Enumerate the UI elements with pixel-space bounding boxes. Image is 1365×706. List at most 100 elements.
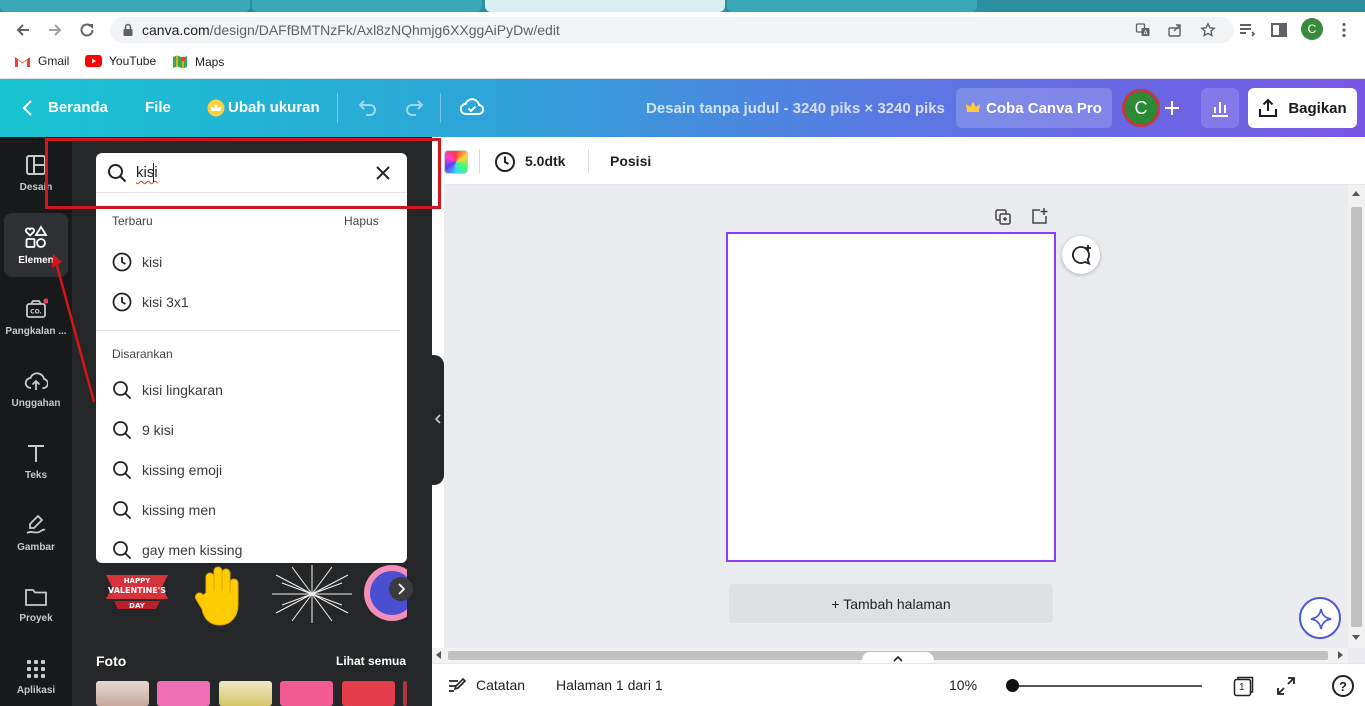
browser-tab[interactable] — [252, 0, 482, 12]
forward-arrow-icon[interactable] — [46, 21, 64, 39]
see-all-link[interactable]: Lihat semua — [336, 654, 406, 668]
divider — [337, 93, 338, 123]
omnibox[interactable]: canva.com/design/DAFfBMTNzFk/Axl8zNQhmjg… — [110, 17, 1234, 43]
photo-thumbnail[interactable] — [219, 681, 272, 706]
help-button[interactable]: ? — [1332, 675, 1354, 697]
page-count-number: 1 — [1239, 682, 1245, 693]
reload-icon[interactable] — [78, 21, 96, 39]
suggestion-item[interactable]: 9 kisi — [112, 420, 174, 440]
suggestion-item[interactable]: kissing men — [112, 500, 216, 520]
fullscreen-icon[interactable] — [1276, 676, 1296, 696]
magic-assistant-button[interactable] — [1299, 597, 1341, 639]
url-text[interactable]: canva.com/design/DAFfBMTNzFk/Axl8zNQhmjg… — [142, 22, 560, 38]
recent-item[interactable]: kisi — [112, 252, 162, 272]
vertical-scrollbar[interactable] — [1348, 185, 1365, 648]
recent-heading: Terbaru — [112, 214, 153, 228]
waving-hand-sticker[interactable] — [192, 563, 254, 627]
file-menu-button[interactable]: File — [145, 99, 171, 116]
left-rail: Desain Elemen CO. Pangkalan ... Unggahan… — [0, 137, 72, 706]
add-page-button[interactable]: + Tambah halaman — [729, 584, 1053, 623]
duration-button[interactable]: 5.0dtk — [525, 153, 565, 169]
redo-icon[interactable] — [404, 98, 424, 116]
scroll-thumb[interactable] — [1351, 207, 1362, 627]
search-icon — [112, 500, 132, 520]
photo-thumbnail[interactable] — [280, 681, 333, 706]
zoom-percentage[interactable]: 10% — [949, 677, 977, 693]
design-page[interactable] — [726, 232, 1056, 562]
rail-item-projects[interactable]: Proyek — [4, 573, 68, 637]
scroll-left-arrow-icon[interactable] — [436, 651, 441, 659]
profile-avatar[interactable]: C — [1301, 18, 1323, 40]
scroll-up-arrow-icon[interactable] — [1352, 191, 1360, 196]
scroll-right-arrow-icon[interactable] — [1338, 651, 1343, 659]
cloud-saved-icon[interactable] — [460, 97, 484, 117]
bookmark-maps[interactable]: Maps — [172, 54, 224, 70]
back-arrow-icon[interactable] — [14, 21, 32, 39]
kebab-menu-icon[interactable] — [1335, 21, 1353, 39]
bookmark-gmail[interactable]: Gmail — [14, 54, 69, 68]
notes-icon[interactable] — [447, 677, 467, 695]
lock-icon[interactable] — [120, 22, 136, 38]
suggestion-item[interactable]: gay men kissing — [112, 540, 242, 560]
suggestion-label: gay men kissing — [142, 542, 243, 558]
resize-button[interactable]: Ubah ukuran — [228, 99, 320, 116]
carousel-next-button[interactable] — [389, 577, 413, 601]
share-page-icon[interactable] — [1167, 22, 1183, 38]
crown-icon — [207, 99, 225, 117]
divider — [440, 93, 441, 123]
divider — [96, 330, 400, 331]
bar-chart-icon — [1210, 98, 1230, 118]
scroll-down-arrow-icon[interactable] — [1352, 635, 1360, 640]
reading-list-icon[interactable] — [1238, 21, 1256, 39]
browser-tab[interactable] — [0, 0, 250, 12]
design-title[interactable]: Desain tanpa judul - 3240 piks × 3240 pi… — [646, 100, 945, 117]
share-button[interactable]: Bagikan — [1248, 88, 1357, 128]
translate-icon[interactable]: A — [1135, 22, 1151, 38]
add-page-icon[interactable] — [1030, 207, 1048, 225]
photo-thumbnail[interactable] — [96, 681, 149, 706]
suggestion-item[interactable]: kisi lingkaran — [112, 380, 223, 400]
position-button[interactable]: Posisi — [610, 153, 651, 169]
try-pro-label: Coba Canva Pro — [986, 99, 1102, 117]
bookmark-star-icon[interactable] — [1200, 22, 1216, 38]
collapse-panel-handle[interactable] — [432, 355, 444, 485]
photo-thumbnail[interactable] — [403, 681, 407, 706]
side-panel-icon[interactable] — [1270, 21, 1288, 39]
duplicate-page-icon[interactable] — [994, 208, 1012, 226]
photo-thumbnail[interactable] — [157, 681, 210, 706]
brand-kit-icon: CO. — [24, 297, 48, 320]
zoom-slider-knob[interactable] — [1006, 679, 1019, 692]
zoom-slider[interactable] — [1012, 685, 1202, 687]
bookmark-youtube[interactable]: YouTube — [85, 54, 156, 68]
suggestion-label: kissing emoji — [142, 462, 223, 478]
clear-history-button[interactable]: Hapus — [344, 214, 379, 228]
plus-icon[interactable] — [1161, 97, 1183, 119]
chevron-left-icon[interactable] — [20, 99, 36, 117]
divider — [588, 149, 589, 173]
insights-button[interactable] — [1201, 88, 1239, 128]
rail-item-apps[interactable]: Aplikasi — [4, 645, 68, 706]
undo-icon[interactable] — [358, 98, 378, 116]
add-comment-button[interactable] — [1062, 236, 1100, 274]
clock-icon — [112, 252, 132, 272]
sticker-carousel: HAPPY VALENTINE'S DAY — [96, 563, 413, 627]
try-pro-button[interactable]: Coba Canva Pro — [956, 88, 1112, 128]
notes-button[interactable]: Catatan — [476, 677, 525, 693]
address-bar-row: canva.com/design/DAFfBMTNzFk/Axl8zNQhmjg… — [0, 12, 1365, 48]
timer-icon[interactable] — [494, 151, 516, 173]
starburst-sticker[interactable] — [272, 565, 352, 623]
rail-item-draw[interactable]: Gambar — [4, 501, 68, 565]
photo-thumbnail[interactable] — [342, 681, 395, 706]
valentine-sticker[interactable]: HAPPY VALENTINE'S DAY — [100, 565, 174, 613]
color-picker-button[interactable] — [444, 150, 468, 174]
suggestion-item[interactable]: kissing emoji — [112, 460, 222, 480]
recent-item[interactable]: kisi 3x1 — [112, 292, 189, 312]
user-avatar[interactable]: C — [1122, 89, 1160, 127]
home-button[interactable]: Beranda — [48, 99, 108, 116]
page-indicator[interactable]: Halaman 1 dari 1 — [556, 677, 663, 693]
browser-tab-active[interactable] — [485, 0, 725, 12]
browser-tab[interactable] — [727, 0, 977, 12]
rail-label: Proyek — [19, 612, 53, 624]
rail-item-text[interactable]: Teks — [4, 429, 68, 493]
page-count-button[interactable]: 1 — [1233, 675, 1255, 697]
